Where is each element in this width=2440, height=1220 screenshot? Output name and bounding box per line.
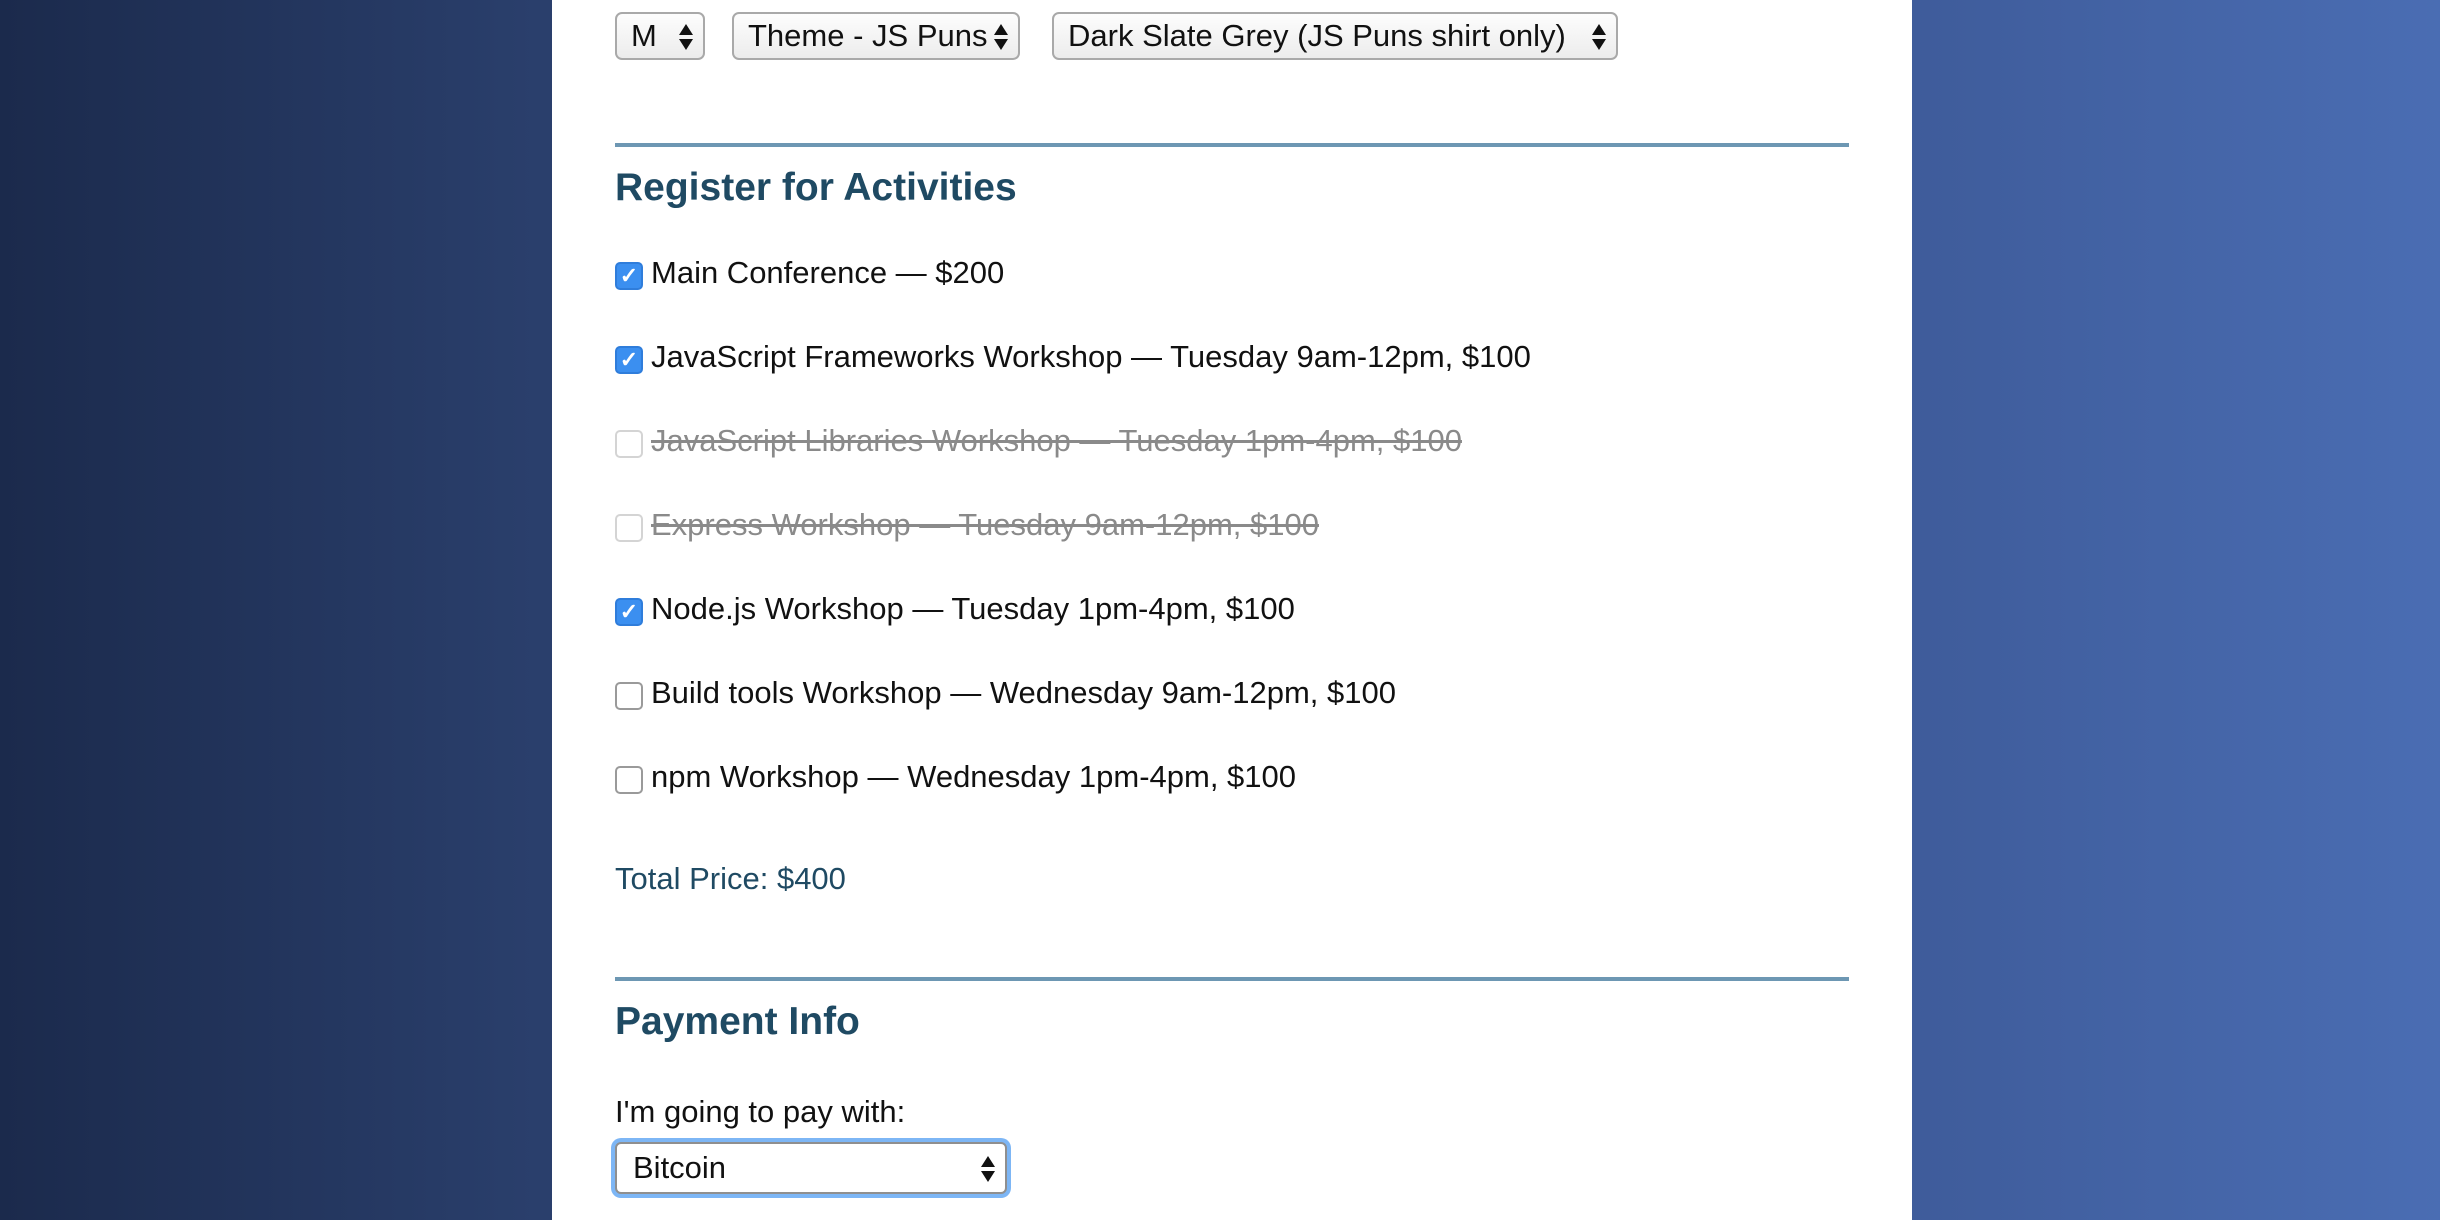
activity-option: Express Workshop — Tuesday 9am-12pm, $10…	[615, 507, 1319, 543]
design-select-value: Theme - JS Puns	[748, 18, 988, 53]
activity-checkbox[interactable]	[615, 766, 643, 794]
activity-option[interactable]: Build tools Workshop — Wednesday 9am-12p…	[615, 675, 1396, 711]
payment-method-select[interactable]: Bitcoin	[615, 1142, 1007, 1194]
activity-label: JavaScript Libraries Workshop — Tuesday …	[651, 423, 1462, 458]
activity-checkbox	[615, 430, 643, 458]
activity-option[interactable]: ✓ JavaScript Frameworks Workshop — Tuesda…	[615, 339, 1531, 375]
select-arrows-icon	[994, 22, 1008, 52]
activity-checkbox[interactable]	[615, 682, 643, 710]
select-arrows-icon	[679, 22, 693, 52]
activity-label: Node.js Workshop — Tuesday 1pm-4pm, $100	[651, 591, 1295, 626]
activities-heading: Register for Activities	[615, 166, 1017, 209]
form-panel: M Theme - JS Puns Dark Slate Grey (JS Pu…	[552, 0, 1912, 1220]
activity-checkbox	[615, 514, 643, 542]
color-select[interactable]: Dark Slate Grey (JS Puns shirt only)	[1052, 12, 1618, 60]
activity-checkbox[interactable]: ✓	[615, 598, 643, 626]
activity-label: Build tools Workshop — Wednesday 9am-12p…	[651, 675, 1396, 710]
activity-option[interactable]: ✓ Node.js Workshop — Tuesday 1pm-4pm, $10…	[615, 591, 1295, 627]
section-divider	[615, 977, 1849, 981]
color-select-value: Dark Slate Grey (JS Puns shirt only)	[1068, 18, 1566, 53]
activity-label: JavaScript Frameworks Workshop — Tuesday…	[651, 339, 1531, 374]
select-arrows-icon	[1592, 22, 1606, 52]
payment-method-label: I'm going to pay with:	[615, 1094, 906, 1129]
size-select-value: M	[631, 18, 657, 53]
activity-option: JavaScript Libraries Workshop — Tuesday …	[615, 423, 1462, 459]
activity-label: npm Workshop — Wednesday 1pm-4pm, $100	[651, 759, 1297, 794]
design-select[interactable]: Theme - JS Puns	[732, 12, 1020, 60]
activity-label: Main Conference — $200	[651, 255, 1005, 290]
activity-checkbox[interactable]: ✓	[615, 262, 643, 290]
total-price: Total Price: $400	[615, 861, 846, 896]
activity-label: Express Workshop — Tuesday 9am-12pm, $10…	[651, 507, 1319, 542]
size-select[interactable]: M	[615, 12, 705, 60]
activity-option[interactable]: npm Workshop — Wednesday 1pm-4pm, $100	[615, 759, 1296, 795]
section-divider	[615, 143, 1849, 147]
select-arrows-icon	[981, 1154, 995, 1184]
payment-heading: Payment Info	[615, 1000, 860, 1043]
payment-method-value: Bitcoin	[633, 1150, 727, 1185]
activity-checkbox[interactable]: ✓	[615, 346, 643, 374]
activity-option[interactable]: ✓ Main Conference — $200	[615, 255, 1004, 291]
